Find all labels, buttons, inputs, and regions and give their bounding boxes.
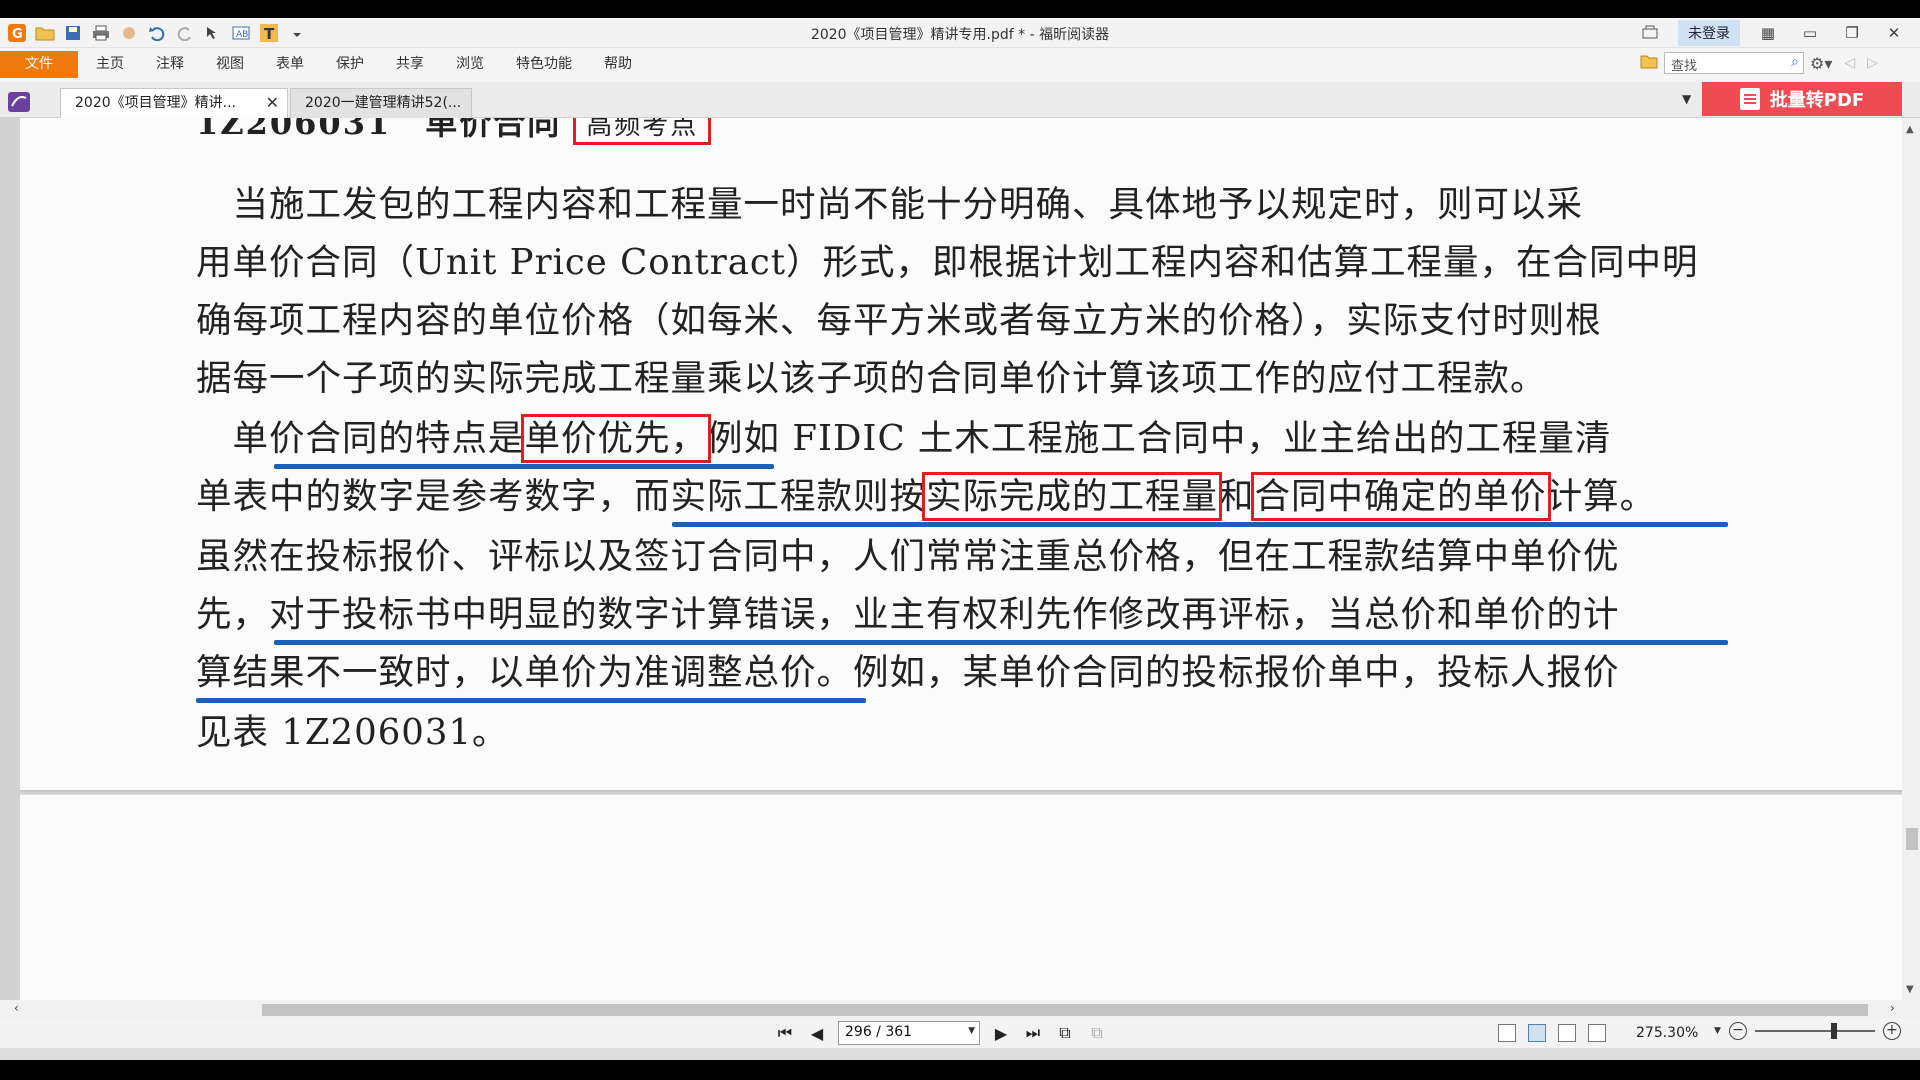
search-icon[interactable]: ⌕	[1791, 54, 1799, 70]
tab-bar: 2020《项目管理》精讲... ✕ 2020一建管理精讲52(... ▼	[0, 82, 1920, 118]
tab-label: 2020《项目管理》精讲...	[75, 95, 236, 111]
text-span: 计算。	[1546, 476, 1657, 517]
zoom-level[interactable]: 275.30%	[1636, 1025, 1698, 1041]
grid-icon[interactable]: ▦	[1754, 24, 1782, 42]
batch-convert-pdf-button[interactable]: 批量转PDF	[1702, 82, 1902, 116]
document-viewport[interactable]: 1Z206031 单价合同 高频考点 当施工发包的工程内容和工程量一时尚不能十分明…	[0, 118, 1902, 1000]
page-number-value: 296 / 361	[845, 1024, 913, 1040]
heading-highlight-box: 高频考点	[573, 118, 712, 145]
last-page-icon[interactable]: ⏭	[1022, 1023, 1044, 1043]
zoom-slider-knob[interactable]	[1830, 1023, 1837, 1039]
nav-forward-icon[interactable]: ▷	[1867, 55, 1878, 71]
facing-page-icon[interactable]	[1558, 1024, 1576, 1042]
paragraph-line: 单价合同的特点是单价优先，例如 FIDIC 土木工程施工合同中，业主给出的工程量…	[196, 410, 1612, 463]
red-box-annotation: 合同中确定的单价	[1250, 472, 1551, 521]
previous-view-icon[interactable]: ⧉	[1054, 1023, 1076, 1043]
menu-form[interactable]: 表单	[260, 51, 320, 78]
document-icon	[1739, 88, 1760, 110]
pdf-page: 1Z206031 单价合同 高频考点 当施工发包的工程内容和工程量一时尚不能十分明…	[20, 118, 1902, 792]
search-area: 查找 ⌕ ⚙▾ ◁ ▷	[1640, 52, 1878, 74]
zoom-controls: ▼ − +	[1714, 1022, 1901, 1040]
next-view-icon[interactable]: ⧉	[1086, 1023, 1108, 1043]
menu-protect[interactable]: 保护	[320, 51, 380, 78]
tab-list-dropdown-icon[interactable]: ▼	[1682, 92, 1691, 106]
paragraph-line: 虽然在投标报价、评标以及签订合同中，人们常常注重总价格，但在工程款结算中单价优	[196, 536, 1620, 577]
text-span: 单表中的数字是参考数字，而实际工程款则按	[196, 476, 927, 517]
minimize-icon[interactable]: ▭	[1796, 24, 1824, 42]
previous-page-icon[interactable]: ◀	[806, 1024, 828, 1043]
paragraph-line: 单表中的数字是参考数字，而实际工程款则按实际完成的工程量和合同中确定的单价计算。	[196, 468, 1657, 521]
red-box-annotation: 实际完成的工程量	[922, 472, 1223, 521]
menu-bar: 文件 主页 注释 视图 表单 保护 共享 浏览 特色功能 帮助	[0, 48, 1920, 82]
paragraph-line: 算结果不一致时，以单价为准调整总价。例如，某单价合同的投标报价单中，投标人报价	[196, 652, 1620, 693]
skin-icon[interactable]	[1636, 23, 1664, 43]
tab-label: 2020一建管理精讲52(...	[305, 95, 462, 111]
paragraph-line: 据每一个子项的实际完成工程量乘以该子项的合同单价计算该项工作的应付工程款。	[196, 358, 1547, 399]
menu-home[interactable]: 主页	[80, 51, 140, 78]
bottom-black-bar	[0, 1060, 1920, 1080]
zoom-slider[interactable]	[1754, 1023, 1875, 1039]
paragraph-line: 见表 1Z206031。	[196, 712, 509, 753]
menu-browse[interactable]: 浏览	[440, 51, 500, 78]
text-span: 和	[1218, 476, 1255, 517]
scroll-left-icon[interactable]: ‹	[14, 1001, 19, 1015]
blue-underline-annotation	[196, 698, 866, 703]
page-number-field[interactable]: 296 / 361 ▼	[838, 1021, 980, 1045]
heading-text: 1Z206031 单价合同	[196, 118, 562, 142]
vertical-scroll-thumb[interactable]	[1906, 828, 1918, 850]
top-black-bar	[0, 0, 1920, 18]
next-page-icon[interactable]: ▶	[990, 1024, 1012, 1043]
scroll-right-icon[interactable]: ›	[1890, 1001, 1895, 1015]
horizontal-scrollbar[interactable]: ‹ ›	[0, 1000, 1920, 1018]
paragraph-line: 确每项工程内容的单位价格（如每米、每平方米或者每立方米的价格），实际支付时则根	[196, 300, 1602, 341]
menu-file[interactable]: 文件	[0, 51, 78, 78]
search-input[interactable]: 查找 ⌕	[1664, 52, 1804, 74]
menu-comment[interactable]: 注释	[140, 51, 200, 78]
paragraph-line: 用单价合同（Unit Price Contract）形式，即根据计划工程内容和估…	[196, 242, 1699, 283]
page-navigation: ⏮ ◀ 296 / 361 ▼ ▶ ⏭ ⧉ ⧉	[774, 1021, 1108, 1045]
search-placeholder: 查找	[1671, 59, 1698, 74]
window-title: 2020《项目管理》精讲专用.pdf * - 福昕阅读器	[810, 27, 1110, 43]
text-span: 例如 FIDIC 土木工程施工合同中，业主给出的工程量清	[707, 418, 1612, 459]
continuous-facing-icon[interactable]	[1588, 1024, 1606, 1042]
settings-gear-icon[interactable]: ⚙▾	[1810, 54, 1832, 73]
nav-back-icon[interactable]: ◁	[1844, 55, 1855, 71]
pdf-page-gap	[20, 794, 1902, 1000]
text-span: 单价合同的特点是	[196, 418, 525, 459]
horizontal-scroll-thumb[interactable]	[262, 1004, 1868, 1016]
menu-features[interactable]: 特色功能	[500, 51, 588, 78]
sign-logo-icon[interactable]	[8, 92, 30, 112]
zoom-out-icon[interactable]: −	[1728, 1022, 1747, 1040]
zoom-in-icon[interactable]: +	[1882, 1022, 1901, 1040]
scroll-down-icon[interactable]: ▼	[1906, 984, 1914, 995]
paragraph-line: 当施工发包的工程内容和工程量一时尚不能十分明确、具体地予以规定时，则可以采	[196, 184, 1584, 225]
paragraph-line: 先，对于投标书中明显的数字计算错误，业主有权利先作修改再评标，当总价和单价的计	[196, 594, 1620, 635]
scroll-up-icon[interactable]: ▲	[1906, 124, 1914, 135]
tab-document-1[interactable]: 2020《项目管理》精讲... ✕	[60, 88, 288, 118]
page-dropdown-icon[interactable]: ▼	[968, 1026, 975, 1036]
taskbar-strip	[0, 1048, 1920, 1060]
menu-view[interactable]: 视图	[200, 51, 260, 78]
login-button[interactable]: 未登录	[1678, 20, 1740, 46]
blue-underline-annotation	[672, 522, 1728, 527]
red-box-annotation: 单价优先，	[520, 414, 712, 463]
zoom-dropdown-icon[interactable]: ▼	[1714, 1026, 1721, 1036]
page-layout-controls	[1498, 1024, 1606, 1042]
section-heading: 1Z206031 单价合同 高频考点	[196, 118, 712, 145]
search-folder-icon[interactable]	[1640, 53, 1658, 73]
batch-convert-label: 批量转PDF	[1769, 90, 1865, 111]
tab-document-2[interactable]: 2020一建管理精讲52(...	[290, 88, 472, 118]
menu-share[interactable]: 共享	[380, 51, 440, 78]
single-page-icon[interactable]	[1498, 1024, 1516, 1042]
restore-icon[interactable]: ❐	[1838, 24, 1866, 42]
tab-close-icon[interactable]: ✕	[266, 89, 279, 117]
continuous-page-icon[interactable]	[1528, 1024, 1546, 1042]
close-icon[interactable]: ✕	[1880, 24, 1908, 42]
first-page-icon[interactable]: ⏮	[774, 1023, 796, 1043]
menu-help[interactable]: 帮助	[588, 51, 648, 78]
title-bar: G AB T 2020《项目管理》精讲专用.pdf * - 福昕阅读器 未登录 …	[0, 18, 1920, 48]
status-bar: ⏮ ◀ 296 / 361 ▼ ▶ ⏭ ⧉ ⧉ 275.30% ▼ − +	[0, 1018, 1920, 1060]
vertical-scrollbar[interactable]: ▲ ▼	[1902, 118, 1920, 1000]
